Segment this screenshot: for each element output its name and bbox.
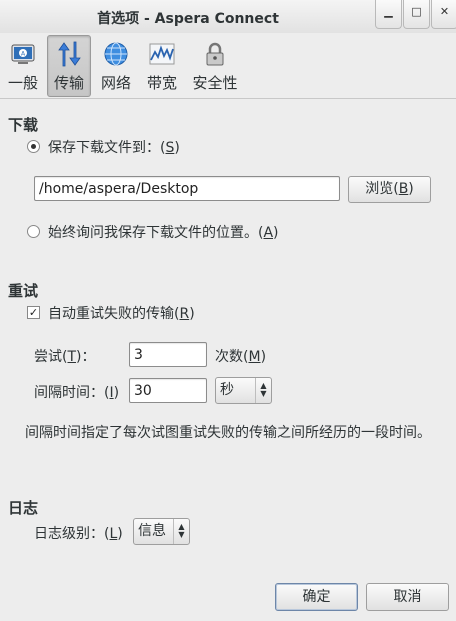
tab-general-label: 一般	[7, 74, 38, 92]
auto-retry-checkbox[interactable]: ✓	[27, 306, 40, 319]
tab-network-label: 网络	[100, 74, 131, 92]
save-to-radio[interactable]	[27, 140, 40, 153]
ok-button[interactable]: 确定	[275, 583, 358, 611]
interval-description: 间隔时间指定了每次试图重试失败的传输之间所经历的一段时间。	[25, 425, 431, 441]
interval-unit-select[interactable]: 秒 ▲ ▼	[215, 377, 272, 404]
title-bar: 首选项 - Aspera Connect ▁ □ ✕	[0, 0, 456, 34]
preferences-toolbar: A 一般 传输 网络 带宽 安全性	[0, 33, 456, 99]
tab-network[interactable]: 网络	[95, 35, 137, 97]
cancel-button[interactable]: 取消	[366, 583, 449, 611]
general-icon: A	[11, 44, 35, 64]
maximize-button[interactable]: □	[403, 0, 430, 29]
minimize-icon: ▁	[384, 5, 393, 18]
window-title: 首选项 - Aspera Connect	[97, 11, 279, 27]
interval-input[interactable]: 30	[129, 378, 207, 403]
auto-retry-label: 自动重试失败的传输(R)	[48, 306, 195, 322]
attempts-unit-label: 次数(M)	[215, 349, 267, 365]
close-icon: ✕	[439, 5, 450, 18]
interval-unit-value: 秒	[220, 382, 234, 398]
always-ask-label: 始终询问我保存下载文件的位置。(A)	[48, 225, 279, 241]
log-level-value: 信息	[138, 523, 166, 539]
tab-transfer-label: 传输	[53, 74, 84, 92]
tab-transfer[interactable]: 传输	[47, 35, 91, 97]
chevron-up-down-icon: ▲ ▼	[255, 378, 271, 403]
tab-security-label: 安全性	[192, 74, 238, 92]
download-section-title: 下载	[8, 116, 39, 134]
bandwidth-graph-icon	[149, 43, 175, 65]
attempts-input[interactable]: 3	[129, 342, 207, 367]
retry-section-title: 重试	[8, 282, 39, 300]
transfer-arrows-icon	[58, 41, 81, 67]
close-button[interactable]: ✕	[431, 0, 456, 29]
minimize-button[interactable]: ▁	[375, 0, 402, 29]
tab-general[interactable]: A 一般	[3, 35, 43, 97]
save-to-label: 保存下载文件到：(S)	[48, 140, 180, 156]
browse-button[interactable]: 浏览(B)	[348, 176, 431, 203]
attempts-label: 尝试(T)：	[34, 349, 96, 365]
always-ask-radio[interactable]	[27, 225, 40, 238]
chevron-up-down-icon: ▲ ▼	[173, 519, 189, 544]
log-level-select[interactable]: 信息 ▲ ▼	[133, 518, 190, 545]
interval-label: 间隔时间：(I)	[34, 385, 120, 401]
checkmark-icon: ✓	[28, 306, 39, 319]
maximize-icon: □	[411, 5, 422, 18]
tab-bandwidth[interactable]: 带宽	[141, 35, 183, 97]
download-path-input[interactable]: /home/aspera/Desktop	[34, 176, 340, 201]
tab-security[interactable]: 安全性	[187, 35, 243, 97]
padlock-icon	[206, 42, 224, 66]
tab-bandwidth-label: 带宽	[146, 74, 177, 92]
globe-icon	[104, 42, 128, 66]
log-section-title: 日志	[8, 499, 39, 517]
log-level-label: 日志级别：(L)	[34, 526, 123, 542]
